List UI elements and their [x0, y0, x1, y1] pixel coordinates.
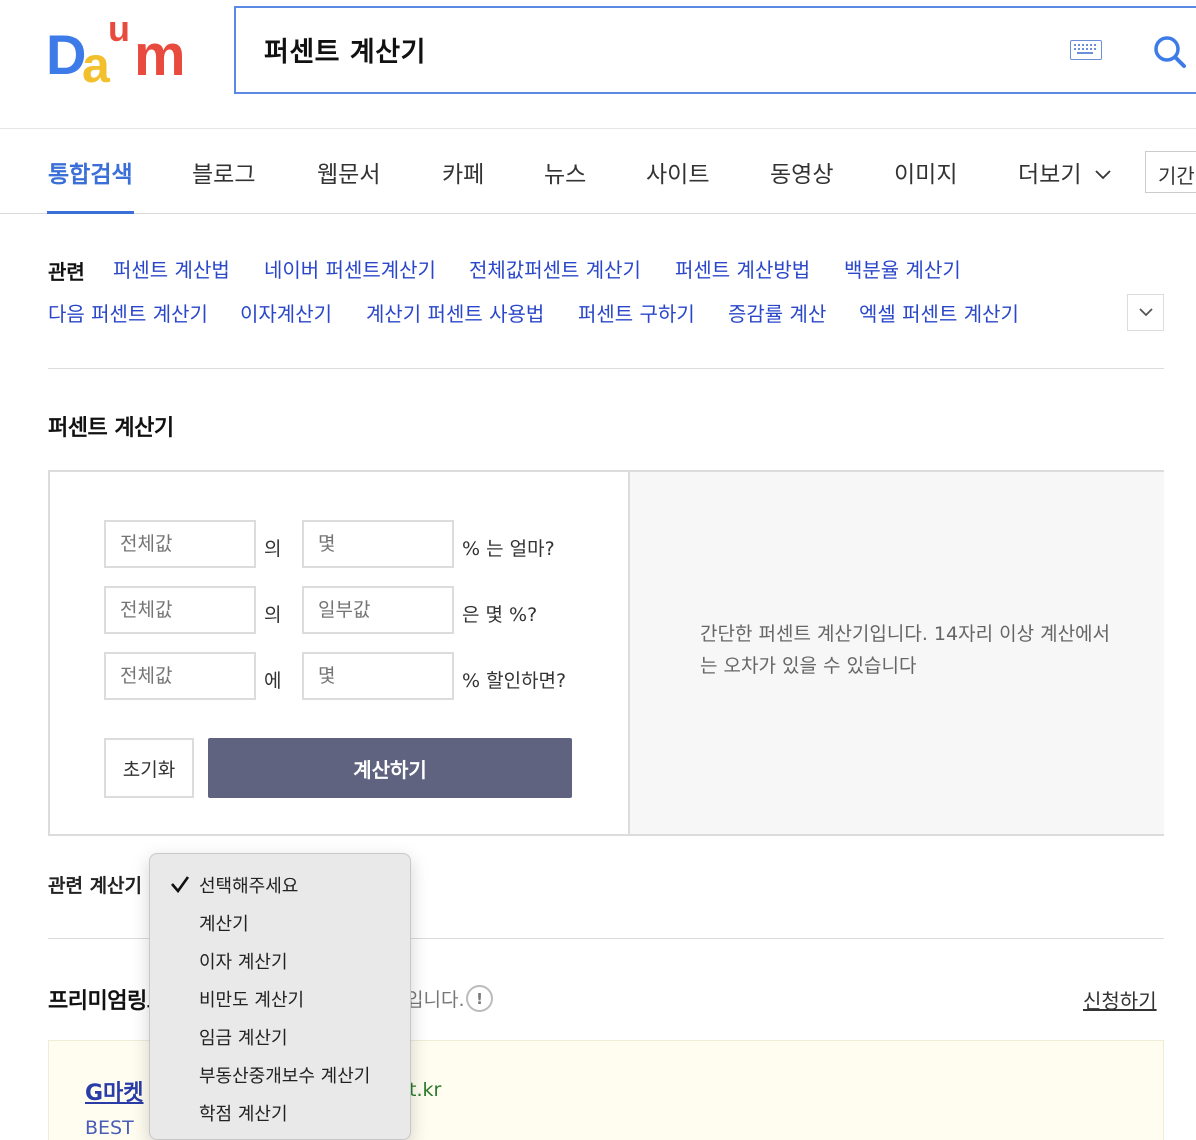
calculate-button[interactable]: 계산하기: [208, 738, 572, 798]
related-link[interactable]: 계산기 퍼센트 사용법: [366, 298, 544, 327]
discount-percent-input[interactable]: [302, 652, 454, 700]
logo-letter-m: m: [134, 23, 186, 88]
ad-subtitle: BEST: [85, 1117, 134, 1139]
ad-title[interactable]: G마켓: [85, 1075, 144, 1107]
related-link[interactable]: 전체값퍼센트 계산기: [469, 254, 641, 283]
header: D a u m 퍼센트 계산기: [0, 0, 1196, 128]
checkmark-icon: [170, 875, 190, 897]
tab-video[interactable]: 동영상: [770, 155, 833, 189]
tab-web[interactable]: 웹문서: [317, 155, 380, 189]
related-link[interactable]: 퍼센트 구하기: [578, 298, 695, 327]
dropdown-option[interactable]: 학점 계산기: [199, 1100, 288, 1126]
related-link[interactable]: 백분율 계산기: [844, 254, 961, 283]
percent-input-1[interactable]: [302, 520, 454, 568]
total-value-input-2[interactable]: [104, 586, 256, 634]
dropdown-option[interactable]: 선택해주세요: [199, 872, 298, 898]
chevron-down-icon: [1095, 160, 1112, 186]
dropdown-option[interactable]: 계산기: [199, 910, 249, 936]
reset-button[interactable]: 초기화: [104, 738, 194, 798]
calculator-description: 간단한 퍼센트 계산기입니다. 14자리 이상 계산에서는 오차가 있을 수 있…: [700, 623, 1111, 677]
partial-value-input[interactable]: [302, 586, 454, 634]
suffix-text-3: % 할인하면?: [462, 670, 567, 692]
related-expand-button[interactable]: [1127, 294, 1164, 331]
related-link[interactable]: 네이버 퍼센트계산기: [264, 254, 436, 283]
tab-blog[interactable]: 블로그: [192, 155, 255, 189]
active-tab-indicator: [47, 211, 134, 214]
related-link[interactable]: 다음 퍼센트 계산기: [48, 298, 208, 327]
dropdown-option[interactable]: 이자 계산기: [199, 948, 288, 974]
search-tabs: 통합검색 블로그 웹문서 카페 뉴스 사이트 동영상 이미지 더보기 기간: [0, 128, 1196, 214]
tab-image[interactable]: 이미지: [894, 155, 957, 189]
related-calculator-label: 관련 계산기: [48, 875, 143, 897]
related-calculator-dropdown[interactable]: 선택해주세요 계산기 이자 계산기 비만도 계산기 임금 계산기 부동산중개보수…: [149, 853, 411, 1140]
info-icon[interactable]: !: [466, 985, 493, 1012]
tab-more-label: 더보기: [1018, 162, 1082, 188]
search-box[interactable]: 퍼센트 계산기: [234, 6, 1196, 94]
apply-link[interactable]: 신청하기: [1083, 985, 1157, 1014]
logo-letter-u: u: [108, 8, 130, 49]
related-link[interactable]: 증감률 계산: [728, 298, 826, 327]
ad-url[interactable]: t.kr: [409, 1079, 441, 1101]
joiner-text-2: 의: [264, 604, 282, 626]
joiner-text-1: 의: [264, 538, 282, 560]
calculator-title: 퍼센트 계산기: [48, 416, 174, 441]
divider: [48, 368, 1164, 369]
logo-letter-a: a: [82, 37, 110, 93]
search-icon[interactable]: [1152, 34, 1188, 74]
tab-cafe[interactable]: 카페: [442, 155, 484, 189]
percent-calculator: 의 % 는 얼마? 의 은 몇 %? 에 % 할인하면? 초기화 계산하기 간단…: [48, 470, 1164, 836]
related-title: 관련: [48, 260, 85, 284]
logo-letter-d: D: [46, 23, 87, 86]
calculator-result-panel: 간단한 퍼센트 계산기입니다. 14자리 이상 계산에서는 오차가 있을 수 있…: [628, 472, 1164, 834]
related-link[interactable]: 엑셀 퍼센트 계산기: [859, 298, 1019, 327]
tab-news[interactable]: 뉴스: [544, 155, 586, 189]
related-link[interactable]: 이자계산기: [240, 298, 332, 327]
period-filter-button[interactable]: 기간: [1145, 151, 1196, 193]
tab-integrated[interactable]: 통합검색: [48, 155, 133, 189]
suffix-text-2: 은 몇 %?: [462, 604, 538, 626]
related-link[interactable]: 퍼센트 계산법: [113, 254, 230, 283]
chevron-down-icon: [1138, 308, 1153, 317]
search-input[interactable]: 퍼센트 계산기: [264, 30, 426, 69]
tab-site[interactable]: 사이트: [646, 155, 709, 189]
dropdown-option[interactable]: 임금 계산기: [199, 1024, 288, 1050]
total-value-input-1[interactable]: [104, 520, 256, 568]
premium-link-suffix: 입니다.: [406, 989, 465, 1011]
total-value-input-3[interactable]: [104, 652, 256, 700]
tab-more[interactable]: 더보기: [1018, 155, 1112, 189]
joiner-text-3: 에: [264, 670, 282, 692]
daum-logo[interactable]: D a u m: [46, 8, 202, 93]
dropdown-option[interactable]: 비만도 계산기: [199, 986, 304, 1012]
dropdown-option[interactable]: 부동산중개보수 계산기: [199, 1062, 370, 1088]
related-link[interactable]: 퍼센트 계산방법: [675, 254, 810, 283]
suffix-text-1: % 는 얼마?: [462, 538, 555, 560]
keyboard-icon[interactable]: [1070, 40, 1102, 60]
